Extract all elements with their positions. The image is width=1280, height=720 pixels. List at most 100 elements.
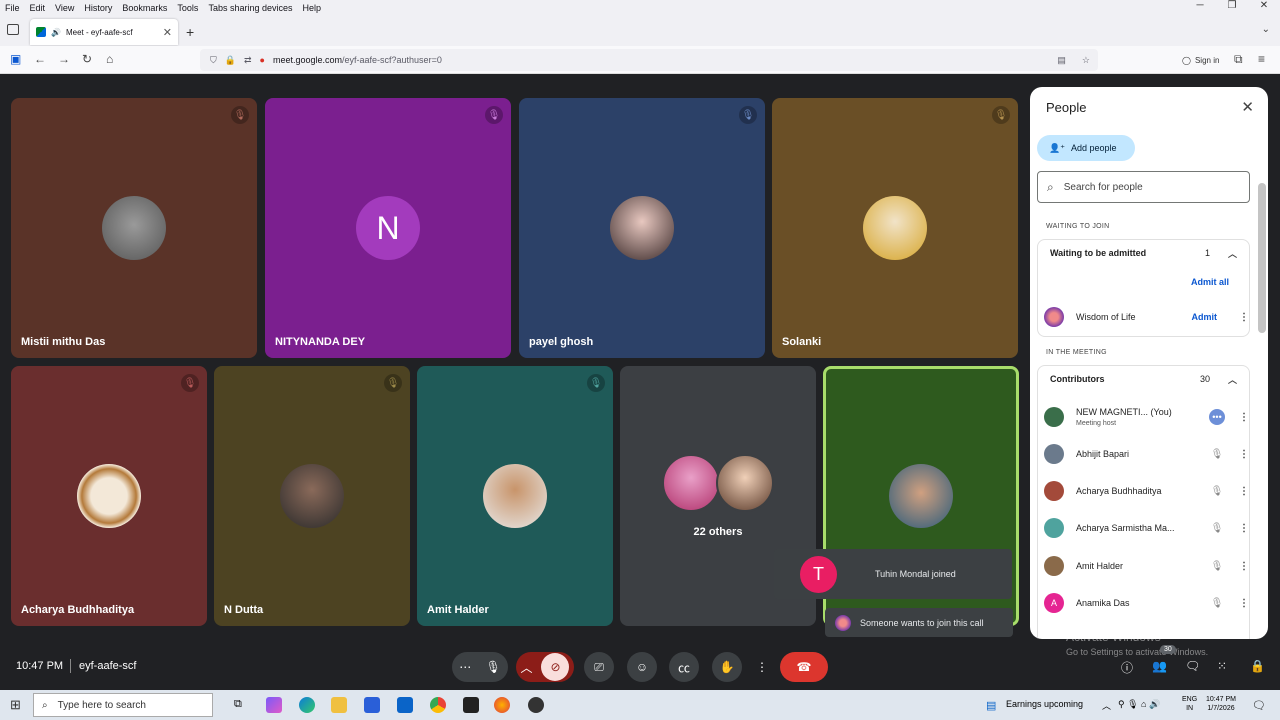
- menu-tools[interactable]: Tools: [172, 3, 203, 13]
- firefox-icon[interactable]: [494, 697, 510, 713]
- more-options-icon[interactable]: ⋮: [1239, 412, 1249, 423]
- camera-off-icon[interactable]: ⊘: [541, 653, 570, 681]
- close-panel-icon[interactable]: ✕: [1241, 98, 1254, 116]
- chevron-up-icon[interactable]: ︿: [1228, 247, 1237, 260]
- admit-button[interactable]: Admit: [1192, 312, 1218, 322]
- microphone-icon[interactable]: 🎙︎: [486, 660, 501, 674]
- menu-help[interactable]: Help: [297, 3, 326, 13]
- host-controls-icon[interactable]: 🔒: [1250, 659, 1265, 673]
- contributors-header[interactable]: Contributors 30 ︿: [1038, 366, 1249, 392]
- participant-row[interactable]: A Anamika Das 🎙︎ ⋮: [1044, 589, 1249, 617]
- new-tab-icon[interactable]: +: [186, 24, 194, 40]
- language-indicator[interactable]: ENG IN: [1182, 695, 1197, 713]
- more-options-icon[interactable]: ⋮: [1239, 523, 1249, 534]
- captions-button[interactable]: ㏄: [669, 652, 699, 682]
- leave-call-button[interactable]: ☎: [780, 652, 828, 682]
- more-options-icon[interactable]: ⋮: [1239, 312, 1249, 323]
- store-icon[interactable]: [364, 697, 380, 713]
- notifications-icon[interactable]: 🗨: [1252, 699, 1266, 712]
- restore-icon[interactable]: ❐: [1216, 0, 1248, 11]
- tab-close-icon[interactable]: ✕: [163, 26, 172, 39]
- window-close-icon[interactable]: ✕: [1248, 0, 1280, 11]
- people-icon[interactable]: 👥: [1152, 659, 1167, 673]
- app-icon[interactable]: [463, 697, 479, 713]
- panel-scrollbar[interactable]: [1258, 183, 1266, 333]
- participant-row[interactable]: Amit Halder 🎙︎ ⋮: [1044, 552, 1249, 580]
- participant-name: Solanki: [782, 336, 822, 348]
- more-options-button[interactable]: ⋮: [754, 652, 770, 682]
- participant-tile[interactable]: N 🎙︎ NITYNANDA DEY: [265, 98, 511, 358]
- meeting-info-icon[interactable]: ⓘ: [1121, 659, 1133, 676]
- present-screen-button[interactable]: ⎚: [584, 652, 614, 682]
- more-options-icon[interactable]: ⋮: [1239, 561, 1249, 572]
- permissions-icon[interactable]: ⇄: [244, 55, 252, 66]
- sidebar-toggle-icon[interactable]: ▣: [10, 52, 21, 66]
- tab-overflow-chevron-icon[interactable]: ⌄: [1262, 24, 1270, 35]
- mic-active-icon[interactable]: ●: [260, 55, 265, 65]
- tray-icons[interactable]: ⚲ 🎙︎ ⌂ 🔊: [1118, 699, 1160, 710]
- menu-tabs-sharing[interactable]: Tabs sharing devices: [203, 3, 297, 13]
- chrome-icon[interactable]: [430, 697, 446, 713]
- more-actions-icon[interactable]: •••: [1209, 409, 1225, 425]
- home-icon[interactable]: ⌂: [106, 52, 113, 66]
- outlook-icon[interactable]: [397, 697, 413, 713]
- menu-file[interactable]: File: [0, 3, 25, 13]
- reactions-button[interactable]: ☺: [627, 652, 657, 682]
- menu-view[interactable]: View: [50, 3, 79, 13]
- participant-tile[interactable]: 🎙︎ Acharya Budhhaditya: [11, 366, 207, 626]
- lock-icon[interactable]: 🔒: [225, 55, 236, 66]
- bookmark-star-icon[interactable]: ☆: [1082, 55, 1090, 66]
- back-icon[interactable]: ←: [34, 52, 46, 66]
- clock[interactable]: 10:47 PM 1/7/2026: [1206, 695, 1236, 713]
- participant-row[interactable]: Acharya Sarmistha Ma... 🎙︎ ⋮: [1044, 514, 1249, 542]
- menu-bookmarks[interactable]: Bookmarks: [117, 3, 172, 13]
- minimize-icon[interactable]: ─: [1184, 0, 1216, 11]
- copilot-icon[interactable]: [266, 697, 282, 713]
- reload-icon[interactable]: ↻: [82, 52, 92, 66]
- join-request-notification[interactable]: Someone wants to join this call: [825, 608, 1013, 637]
- news-icon[interactable]: ▤: [986, 699, 996, 712]
- admit-all-button[interactable]: Admit all: [1191, 277, 1229, 287]
- audio-options-icon[interactable]: ⋯: [459, 660, 471, 674]
- url-bar[interactable]: ⛉ 🔒 ⇄ ● meet.google.com/eyf-aafe-scf?aut…: [200, 49, 1098, 71]
- people-search-input[interactable]: ⌕ Search for people: [1037, 171, 1250, 203]
- video-options-icon[interactable]: ︿: [520, 659, 532, 676]
- file-explorer-icon[interactable]: [331, 697, 347, 713]
- edge-icon[interactable]: [299, 697, 315, 713]
- news-text[interactable]: Earnings upcoming: [1006, 699, 1083, 709]
- add-people-button[interactable]: 👤⁺ Add people: [1037, 135, 1135, 161]
- app-menu-icon[interactable]: ≡: [1258, 52, 1265, 66]
- taskbar-search-input[interactable]: ⌕ Type here to search: [33, 693, 213, 717]
- participant-row[interactable]: Abhijit Bapari 🎙︎ ⋮: [1044, 440, 1249, 468]
- reader-icon[interactable]: ▤: [1057, 55, 1066, 66]
- tab-list-icon[interactable]: [7, 24, 19, 35]
- shield-icon[interactable]: ⛉: [210, 55, 217, 66]
- activities-icon[interactable]: ⁙: [1217, 659, 1227, 673]
- more-options-icon[interactable]: ⋮: [1239, 486, 1249, 497]
- chat-icon[interactable]: 🗨: [1185, 659, 1200, 673]
- raise-hand-button[interactable]: ✋: [712, 652, 742, 682]
- participant-row[interactable]: NEW MAGNETI... (You) Meeting host ••• ⋮: [1044, 403, 1249, 431]
- participant-name: payel ghosh: [529, 336, 594, 348]
- task-view-icon[interactable]: ⧉: [234, 698, 242, 711]
- menu-history[interactable]: History: [79, 3, 117, 13]
- windows-start-icon[interactable]: ⊞: [10, 697, 21, 713]
- sign-in-button[interactable]: ◯ Sign in: [1176, 51, 1225, 69]
- participant-tile[interactable]: 🎙︎ Amit Halder: [417, 366, 613, 626]
- speaker-icon[interactable]: 🔊: [51, 28, 61, 37]
- tray-chevron-icon[interactable]: ︿: [1102, 699, 1111, 712]
- waiting-group-header[interactable]: Waiting to be admitted 1 ︿: [1038, 240, 1249, 266]
- participant-tile[interactable]: 🎙︎ payel ghosh: [519, 98, 765, 358]
- participant-tile[interactable]: 🎙︎ Mistii mithu Das: [11, 98, 257, 358]
- extensions-icon[interactable]: ⧉: [1234, 52, 1243, 67]
- menu-edit[interactable]: Edit: [25, 3, 51, 13]
- participant-row[interactable]: Acharya Budhhaditya 🎙︎ ⋮: [1044, 477, 1249, 505]
- browser-tab-meet[interactable]: 🔊 Meet - eyf-aafe-scf ✕: [30, 19, 178, 45]
- app-icon[interactable]: [528, 697, 544, 713]
- forward-icon[interactable]: →: [58, 52, 70, 66]
- more-options-icon[interactable]: ⋮: [1239, 449, 1249, 460]
- more-options-icon[interactable]: ⋮: [1239, 598, 1249, 609]
- participant-tile[interactable]: 🎙︎ N Dutta: [214, 366, 410, 626]
- chevron-up-icon[interactable]: ︿: [1228, 373, 1237, 386]
- participant-tile[interactable]: 🎙︎ Solanki: [772, 98, 1018, 358]
